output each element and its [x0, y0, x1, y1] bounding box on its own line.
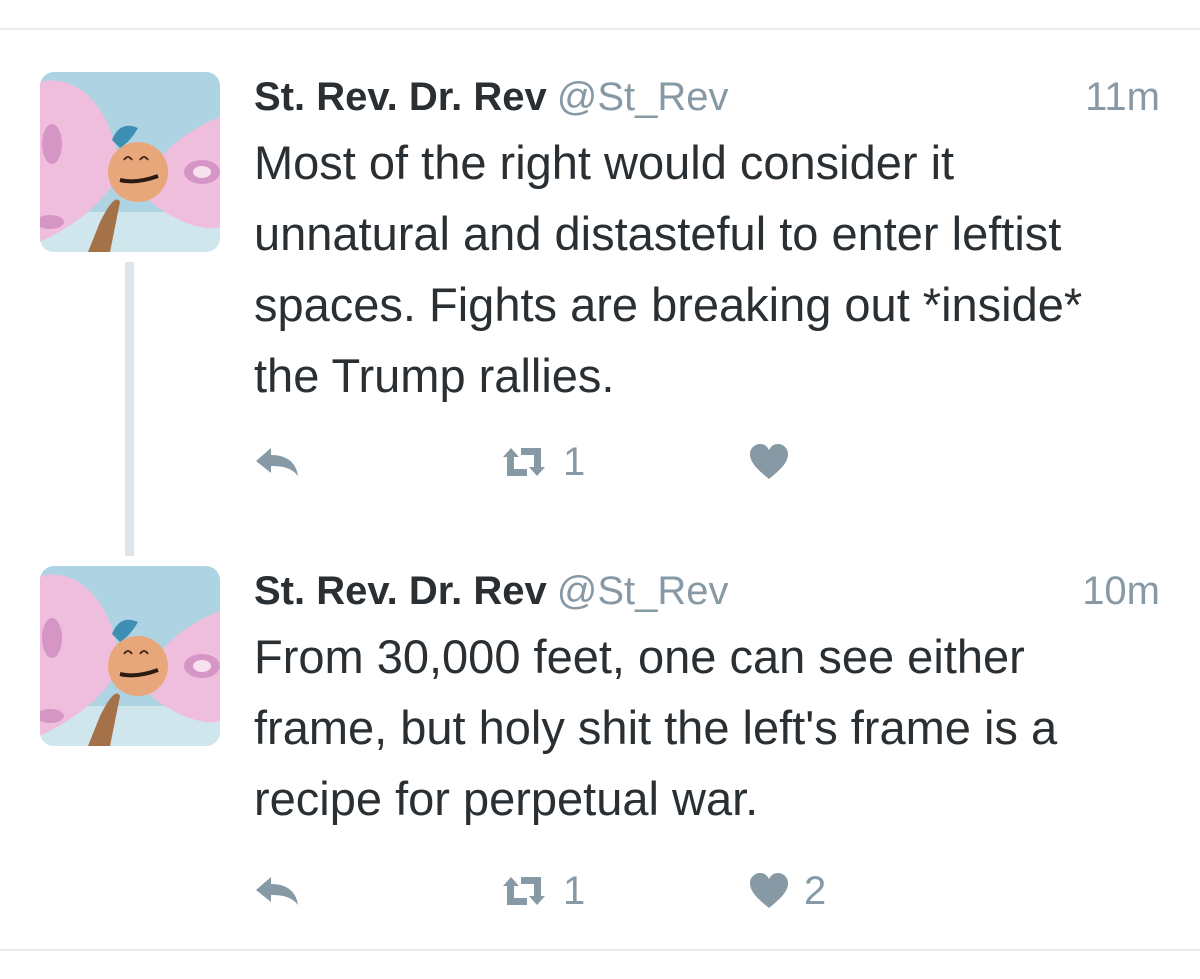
reply-button[interactable]: [254, 437, 300, 487]
like-count: 2: [804, 869, 827, 913]
reply-button[interactable]: [254, 866, 300, 916]
retweet-icon: [503, 448, 545, 476]
retweet-button[interactable]: 1: [499, 437, 585, 487]
heart-icon: [750, 444, 788, 479]
avatar[interactable]: [40, 72, 220, 252]
thread-connector-line: [125, 262, 134, 556]
retweet-button[interactable]: 1: [499, 866, 585, 916]
display-name[interactable]: St. Rev. Dr. Rev: [254, 75, 547, 119]
display-name[interactable]: St. Rev. Dr. Rev: [254, 569, 547, 613]
tweet-text: Most of the right would consider it unna…: [254, 136, 1083, 402]
timestamp[interactable]: 11m: [1085, 72, 1160, 122]
tweet-text: From 30,000 feet, one can see either fra…: [254, 630, 1058, 825]
like-button[interactable]: 2: [748, 866, 826, 916]
retweet-count: 1: [563, 869, 586, 913]
avatar[interactable]: [40, 566, 220, 746]
heart-icon: [750, 873, 788, 908]
retweet-icon: [503, 877, 545, 905]
tweet-header: St. Rev. Dr. Rev @St_Rev 10m: [254, 566, 1160, 616]
bottom-divider: [0, 949, 1200, 951]
tweet-actions: 1: [254, 437, 954, 487]
like-button[interactable]: [748, 437, 804, 487]
retweet-count: 1: [563, 440, 586, 484]
reply-icon: [256, 448, 298, 476]
user-handle[interactable]: @St_Rev: [557, 569, 729, 613]
timestamp[interactable]: 10m: [1082, 566, 1160, 616]
user-handle[interactable]: @St_Rev: [557, 75, 729, 119]
tweet-header: St. Rev. Dr. Rev @St_Rev 11m: [254, 72, 1160, 122]
reply-icon: [256, 877, 298, 905]
tweet-actions: 1 2: [254, 866, 954, 916]
top-divider: [0, 28, 1200, 30]
